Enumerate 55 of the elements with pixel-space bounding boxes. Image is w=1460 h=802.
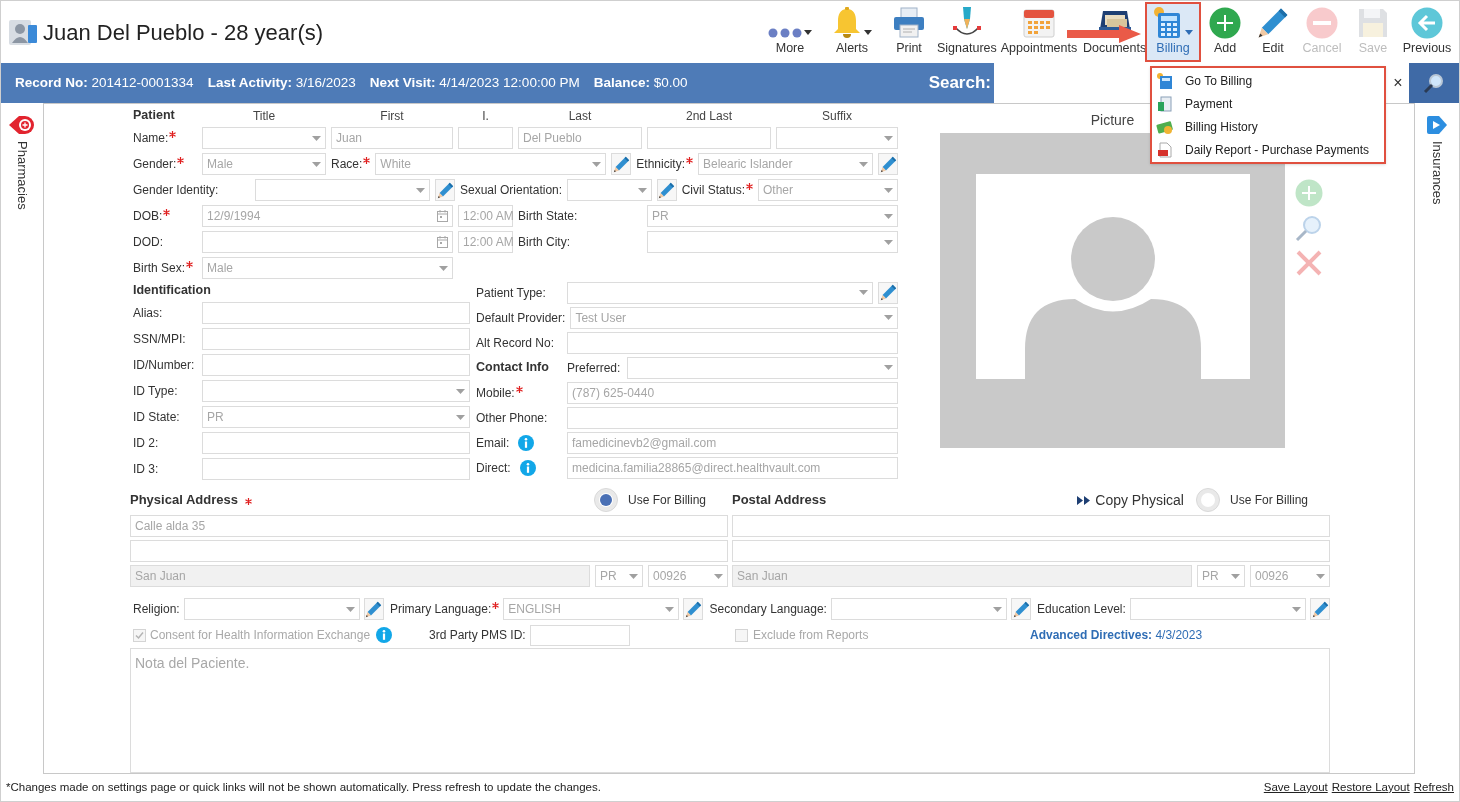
field-label: Birth State: bbox=[518, 208, 578, 225]
picture-label: Picture bbox=[1090, 110, 1135, 130]
column-header: Last bbox=[567, 108, 593, 125]
field-label: Email: bbox=[476, 434, 510, 452]
radio-label: Use For Billing bbox=[1229, 492, 1308, 509]
field-label: ID Type: bbox=[133, 383, 178, 400]
column-header: First bbox=[379, 108, 405, 125]
checkbox-label: Exclude from Reports bbox=[753, 627, 869, 644]
section-heading: Physical Address bbox=[130, 491, 238, 510]
field-label: Secondary Language: bbox=[709, 601, 827, 618]
field-label: Education Level: bbox=[1037, 601, 1126, 618]
field-label: ID 3: bbox=[133, 461, 159, 478]
field-label: Gender: bbox=[133, 156, 177, 173]
field-label: Primary Language: bbox=[389, 601, 492, 618]
field-label: Preferred: bbox=[567, 359, 621, 377]
field-label: Religion: bbox=[133, 601, 180, 618]
field-label: SSN/MPI: bbox=[133, 331, 186, 348]
field-label: Mobile: bbox=[476, 384, 515, 402]
section-heading: Postal Address bbox=[732, 491, 827, 510]
field-label: DOB: bbox=[133, 208, 163, 225]
field-label: Other Phone: bbox=[476, 409, 548, 427]
section-heading: Identification bbox=[133, 282, 212, 300]
field-label: Sexual Orientation: bbox=[460, 182, 563, 199]
info-text: Last Activity: 3/16/2023 bbox=[207, 73, 356, 92]
info-text: Record No: 201412-0001334 bbox=[15, 73, 194, 92]
field-label: DOD: bbox=[133, 234, 163, 251]
field-label: Ethnicity: bbox=[636, 156, 685, 173]
field-label: 3rd Party PMS ID: bbox=[429, 627, 526, 644]
footer-note: *Changes made on settings page or quick links will not be shown automatically. Press refresh to update the changes. bbox=[6, 779, 601, 795]
field-label: Birth City: bbox=[518, 234, 570, 251]
field-label: ID 2: bbox=[133, 435, 159, 452]
window-title: Juan Del Pueblo - 28 year(s) bbox=[43, 18, 324, 47]
field-label: Gender Identity: bbox=[133, 182, 219, 199]
info-text: Balance: $0.00 bbox=[593, 73, 688, 92]
field-label: Race: bbox=[331, 156, 363, 173]
field-label: ID State: bbox=[133, 409, 180, 426]
field-label: ID/Number: bbox=[133, 357, 195, 374]
checkbox-label: Consent for Health Information Exchange bbox=[150, 627, 371, 644]
radio-label: Use For Billing bbox=[627, 492, 706, 509]
field-label: Direct: bbox=[476, 459, 511, 477]
column-header: Title bbox=[251, 108, 277, 125]
column-header: 2nd Last bbox=[684, 108, 733, 125]
field-label: Alias: bbox=[133, 305, 163, 322]
section-heading: Contact Info bbox=[476, 359, 550, 377]
field-label: Alt Record No: bbox=[476, 334, 555, 352]
column-header: I. bbox=[481, 108, 490, 125]
field-label: Default Provider: bbox=[476, 309, 566, 327]
section-heading: Patient bbox=[133, 107, 176, 125]
field-label: Patient Type: bbox=[476, 284, 546, 302]
field-label: Civil Status: bbox=[681, 182, 745, 199]
info-text: Next Visit: 4/14/2023 12:00:00 PM bbox=[369, 73, 580, 92]
search-label: Search: bbox=[928, 72, 991, 95]
field-label: Birth Sex: bbox=[133, 260, 186, 277]
column-header: Suffix bbox=[821, 108, 853, 125]
field-label: Name: bbox=[133, 130, 169, 147]
